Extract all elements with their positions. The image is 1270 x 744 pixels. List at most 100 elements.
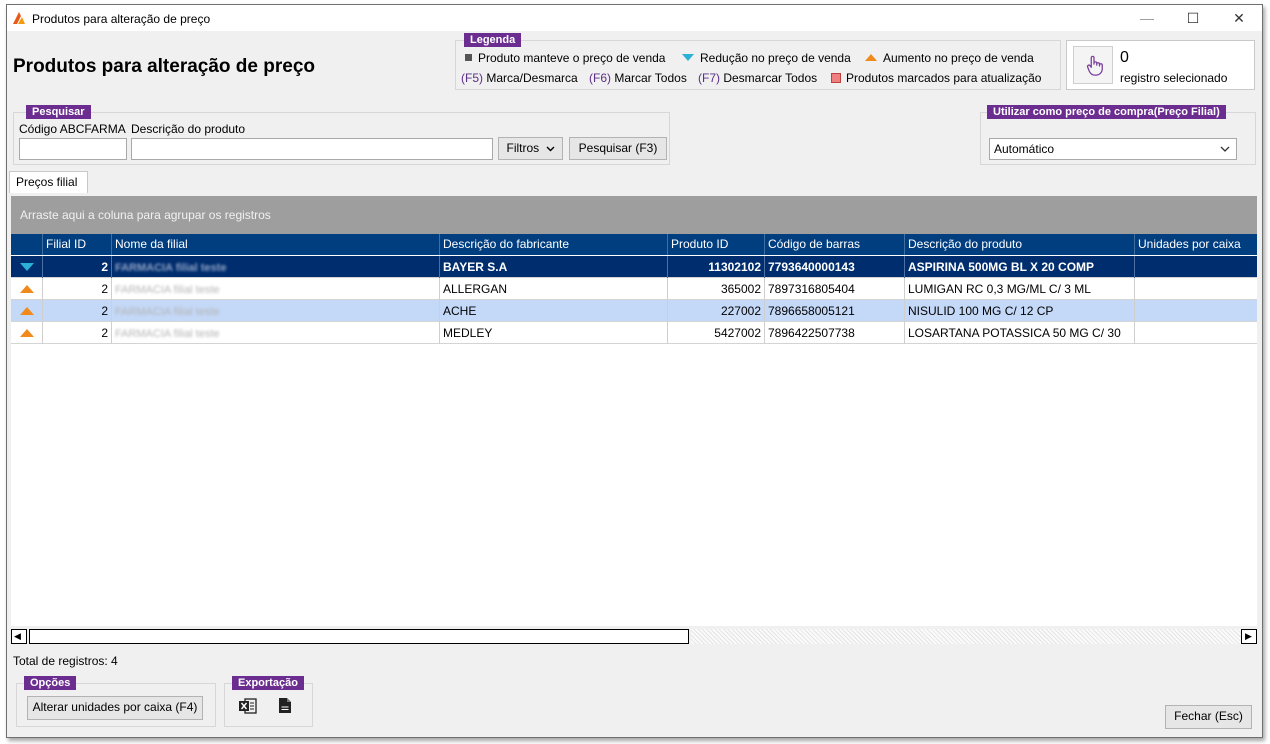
f5-label: Marca/Desmarca: [486, 71, 578, 85]
table-row[interactable]: 2 FARMACIA filial teste BAYER S.A 113021…: [11, 256, 1257, 278]
price-increase-icon: [20, 285, 34, 293]
group-by-area[interactable]: Arraste aqui a coluna para agrupar os re…: [11, 196, 1257, 234]
cell-units-per-box: [1135, 278, 1257, 300]
row-indicator: [11, 278, 43, 300]
column-header-units-per-box[interactable]: Unidades por caixa: [1135, 234, 1257, 255]
options-group: Opções Alterar unidades por caixa (F4): [16, 676, 216, 727]
column-header-manufacturer[interactable]: Descrição do fabricante: [440, 234, 668, 255]
cell-product-description: LOSARTANA POTASSICA 50 MG C/ 30: [905, 322, 1135, 344]
product-description-input[interactable]: [131, 138, 493, 160]
product-description-label: Descrição do produto: [131, 122, 246, 136]
legend-f5: (F5) Marca/Desmarca: [461, 71, 578, 85]
column-header-product-description[interactable]: Descrição do produto: [905, 234, 1135, 255]
close-button[interactable]: Fechar (Esc): [1165, 705, 1252, 729]
search-title: Pesquisar: [26, 105, 91, 119]
cell-manufacturer: MEDLEY: [440, 322, 668, 344]
excel-export-button[interactable]: [239, 698, 259, 716]
legend-group: Legenda Produto manteve o preço de venda…: [455, 33, 1061, 90]
row-indicator: [11, 322, 43, 344]
excel-export-icon: [239, 698, 257, 714]
column-header-filial-id[interactable]: Filial ID: [43, 234, 112, 255]
cell-product-id: 227002: [668, 300, 765, 322]
indicator-column-header[interactable]: [11, 234, 43, 255]
window: Produtos para alteração de preço — ☐ ✕ P…: [6, 4, 1263, 738]
scrollbar-track[interactable]: [691, 629, 1241, 644]
pointer-hand-button[interactable]: [1073, 46, 1113, 84]
maximize-button[interactable]: ☐: [1170, 5, 1216, 31]
tab-precos-filial[interactable]: Preços filial: [9, 171, 88, 193]
cell-barcode: 7896422507738: [765, 322, 905, 344]
cell-filial-name: FARMACIA filial teste: [112, 300, 440, 322]
cell-filial-id: 2: [43, 256, 112, 278]
scroll-left-button[interactable]: ◀: [11, 629, 27, 644]
cell-filial-id: 2: [43, 300, 112, 322]
purchase-price-group: Utilizar como preço de compra(Preço Fili…: [980, 105, 1256, 165]
price-increase-icon: [20, 329, 34, 337]
legend-maintained-label: Produto manteve o preço de venda: [478, 51, 666, 65]
cell-product-id: 365002: [668, 278, 765, 300]
increase-triangle-icon: [865, 54, 877, 61]
scrollbar-thumb[interactable]: [29, 629, 689, 644]
table-row[interactable]: 2 FARMACIA filial teste ALLERGAN 365002 …: [11, 278, 1257, 300]
cell-filial-name: FARMACIA filial teste: [112, 278, 440, 300]
file-export-icon: [279, 698, 291, 713]
cell-filial-id: 2: [43, 322, 112, 344]
filters-button[interactable]: Filtros: [498, 137, 563, 160]
column-header-filial-name[interactable]: Nome da filial: [112, 234, 440, 255]
legend-increase: Aumento no preço de venda: [865, 51, 1034, 65]
minimize-button[interactable]: —: [1124, 5, 1170, 31]
close-window-button[interactable]: ✕: [1216, 5, 1262, 31]
pointer-hand-icon: [1086, 55, 1103, 76]
selection-count: 0: [1120, 49, 1129, 66]
column-header-barcode[interactable]: Código de barras: [765, 234, 905, 255]
scroll-right-button[interactable]: ▶: [1241, 629, 1257, 644]
cell-units-per-box: [1135, 300, 1257, 322]
column-header-product-id[interactable]: Produto ID: [668, 234, 765, 255]
f5-key: (F5): [461, 71, 483, 85]
row-indicator: [11, 256, 43, 278]
cell-units-per-box: [1135, 322, 1257, 344]
search-button[interactable]: Pesquisar (F3): [569, 137, 667, 160]
horizontal-scrollbar[interactable]: ◀ ▶: [11, 629, 1257, 645]
cell-product-id: 11302102: [668, 256, 765, 278]
abcfarma-code-input[interactable]: [19, 138, 127, 160]
legend-maintained: Produto manteve o preço de venda: [465, 51, 665, 65]
filial-name-text: FARMACIA filial teste: [115, 284, 220, 296]
cell-filial-name: FARMACIA filial teste: [112, 322, 440, 344]
filters-button-label: Filtros: [506, 141, 540, 155]
window-title: Produtos para alteração de preço: [32, 12, 211, 26]
filial-name-text: FARMACIA filial teste: [115, 262, 227, 274]
export-title: Exportação: [232, 676, 304, 690]
data-grid: Filial ID Nome da filial Descrição do fa…: [11, 234, 1257, 626]
file-export-button[interactable]: [279, 698, 295, 716]
maintained-square-icon: [465, 54, 472, 61]
change-units-button[interactable]: Alterar unidades por caixa (F4): [27, 696, 203, 720]
chevron-down-icon: [546, 146, 554, 152]
table-row[interactable]: 2 FARMACIA filial teste ACHE 227002 7896…: [11, 300, 1257, 322]
selection-counter: 0 registro selecionado: [1066, 40, 1255, 90]
options-title: Opções: [24, 676, 77, 690]
cell-filial-id: 2: [43, 278, 112, 300]
table-row[interactable]: 2 FARMACIA filial teste MEDLEY 5427002 7…: [11, 322, 1257, 344]
cell-product-id: 5427002: [668, 322, 765, 344]
app-logo-icon: [13, 12, 25, 24]
cell-manufacturer: ALLERGAN: [440, 278, 668, 300]
cell-filial-name: FARMACIA filial teste: [112, 256, 440, 278]
arrow-right-icon: ▶: [1245, 631, 1252, 641]
purchase-price-select[interactable]: Automático: [989, 138, 1237, 160]
legend-increase-label: Aumento no preço de venda: [883, 51, 1034, 65]
f6-key: (F6): [589, 71, 611, 85]
cell-barcode: 7897316805404: [765, 278, 905, 300]
chevron-down-icon: [1220, 146, 1230, 152]
cell-product-description: LUMIGAN RC 0,3 MG/ML C/ 3 ML: [905, 278, 1135, 300]
cell-product-description: NISULID 100 MG C/ 12 CP: [905, 300, 1135, 322]
cell-barcode: 7896658005121: [765, 300, 905, 322]
arrow-left-icon: ◀: [14, 631, 21, 641]
filial-name-text: FARMACIA filial teste: [115, 306, 220, 318]
selection-label: registro selecionado: [1120, 71, 1228, 85]
legend-reduction: Redução no preço de venda: [682, 51, 851, 65]
f6-label: Marcar Todos: [614, 71, 687, 85]
cell-manufacturer: ACHE: [440, 300, 668, 322]
cell-barcode: 7793640000143: [765, 256, 905, 278]
title-bar: Produtos para alteração de preço — ☐ ✕: [7, 5, 1262, 31]
